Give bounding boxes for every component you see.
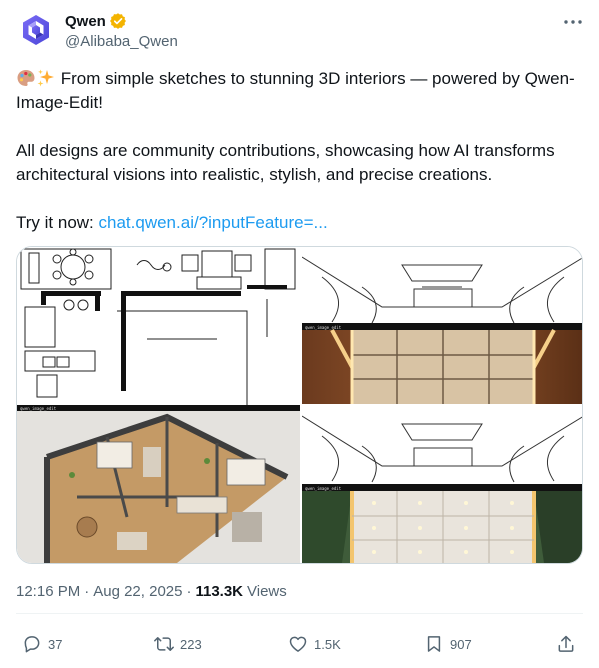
bookmark-icon	[427, 636, 441, 652]
tweet-paragraph-3: Try it now: chat.qwen.ai/?inputFeature=.…	[16, 211, 586, 235]
action-bar: 37 223 1.5K 907	[16, 630, 583, 658]
repost-count: 223	[180, 636, 202, 652]
views-count: 113.3K	[195, 583, 244, 600]
tweet-time[interactable]: 12:16 PM	[16, 583, 80, 600]
verified-badge-icon[interactable]	[109, 12, 127, 30]
like-count: 1.5K	[314, 636, 341, 652]
tweet: Qwen @Alibaba_Qwen From simple sketches …	[0, 0, 599, 668]
tweet-date[interactable]: Aug 22, 2025	[93, 583, 182, 600]
repost-icon	[154, 637, 174, 651]
tweet-paragraph-1: From simple sketches to stunning 3D inte…	[16, 67, 586, 115]
sparkles-icon	[37, 69, 54, 87]
artist-palette-icon	[17, 70, 35, 86]
more-options-button[interactable]	[560, 12, 586, 32]
watermark-2: qwen_image_edit	[305, 325, 342, 330]
bookmark-count: 907	[450, 636, 472, 652]
share-icon	[558, 635, 574, 652]
tweet-line-1: From simple sketches to stunning 3D inte…	[16, 69, 575, 112]
qwen-avatar[interactable]	[16, 10, 56, 50]
tweet-text: From simple sketches to stunning 3D inte…	[16, 67, 586, 235]
author-handle[interactable]: @Alibaba_Qwen	[65, 33, 178, 50]
bookmark-button[interactable]: 907	[424, 630, 472, 658]
watermark-3: qwen_image_edit	[305, 486, 342, 491]
meta-separator: ·	[84, 583, 90, 600]
qwen-logo-icon	[23, 15, 49, 45]
tweet-line-2: All designs are community contributions,…	[16, 141, 555, 184]
tweet-link[interactable]: chat.qwen.ai/?inputFeature=...	[99, 213, 328, 232]
repost-button[interactable]: 223	[154, 630, 202, 658]
share-button[interactable]	[556, 630, 576, 658]
watermark-1: qwen_image_edit	[20, 406, 57, 411]
divider	[16, 613, 583, 614]
views-label: Views	[247, 583, 287, 600]
tweet-meta: 12:16 PM · Aug 22, 2025 · 113.3K Views	[16, 583, 287, 600]
try-prefix: Try it now:	[16, 213, 94, 232]
author-name-row: Qwen	[65, 11, 127, 31]
media-image-ceiling-2[interactable]: qwen_image_edit	[302, 406, 582, 563]
reply-icon	[24, 636, 40, 653]
media-grid: qwen_image_edit qwen_image_edit qwen_ima…	[16, 246, 583, 564]
reply-button[interactable]: 37	[22, 630, 62, 658]
heart-icon	[289, 636, 307, 652]
like-button[interactable]: 1.5K	[288, 630, 341, 658]
author-name[interactable]: Qwen	[65, 13, 106, 30]
meta-separator: ·	[186, 583, 192, 600]
more-dots-icon	[564, 20, 582, 24]
reply-count: 37	[48, 636, 63, 652]
media-image-ceiling-1[interactable]: qwen_image_edit	[302, 247, 582, 404]
media-image-floorplan[interactable]: qwen_image_edit	[17, 247, 300, 563]
